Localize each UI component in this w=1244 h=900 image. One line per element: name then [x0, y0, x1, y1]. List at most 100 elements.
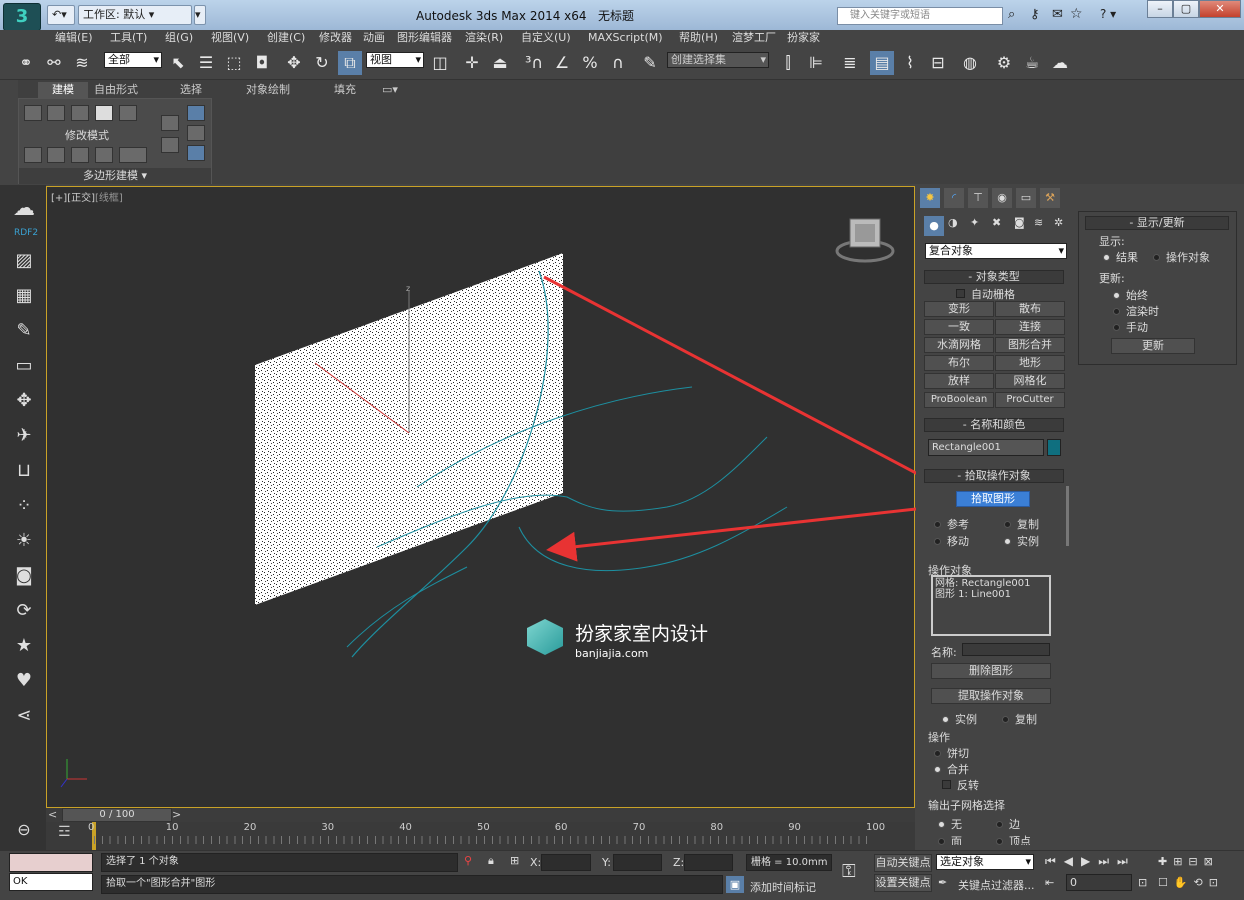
align-icon[interactable]: ⊫: [804, 51, 828, 75]
modify-tab-icon[interactable]: ◜: [944, 188, 964, 208]
display-update-header[interactable]: - 显示/更新: [1085, 216, 1229, 230]
terrain-button[interactable]: 地形: [995, 355, 1065, 371]
motion-tab-icon[interactable]: ◉: [992, 188, 1012, 208]
ribbon-tool-3[interactable]: [71, 147, 89, 163]
apps-icon[interactable]: ⁘: [12, 494, 36, 518]
current-frame-field[interactable]: 0: [1066, 874, 1132, 891]
communication-icon[interactable]: ✉: [1052, 7, 1063, 22]
autogrid-checkbox[interactable]: 自动栅格: [956, 286, 1015, 302]
cameras-icon[interactable]: ✖: [992, 216, 1001, 229]
named-selection-set-dropdown[interactable]: 创建选择集 ▾: [667, 52, 769, 68]
viewcube-icon[interactable]: [835, 218, 895, 263]
isolate-icon[interactable]: ⚲: [464, 854, 472, 867]
rect-selection-icon[interactable]: ⬚: [222, 51, 246, 75]
scatter-button[interactable]: 散布: [995, 301, 1065, 317]
image-icon[interactable]: ▨: [12, 249, 36, 273]
maxscript-listener-pink[interactable]: [9, 853, 93, 872]
output-face-radio[interactable]: 面: [938, 833, 962, 845]
timeline-ruler[interactable]: ☲ 0 10 20 30 40 50 60 70 80 90 100: [46, 822, 915, 850]
move-arrows-icon[interactable]: ✥: [12, 389, 36, 413]
conform-button[interactable]: 一致: [924, 319, 994, 335]
menu-group[interactable]: 组(G): [165, 30, 193, 46]
time-slider[interactable]: < 0 / 100 >: [46, 808, 915, 822]
object-type-header[interactable]: - 对象类型: [924, 270, 1064, 284]
edit-named-selection-icon[interactable]: ✎: [638, 51, 662, 75]
undo-button[interactable]: ↶▾: [47, 5, 75, 25]
workspace-dropdown[interactable]: 工作区: 默认 ▾: [78, 5, 192, 25]
frame-counter[interactable]: 0 / 100: [62, 808, 172, 822]
x-field[interactable]: [541, 854, 591, 871]
z-field[interactable]: [684, 854, 733, 871]
tab-object-paint[interactable]: 对象绘制: [246, 82, 290, 98]
viewport-nav-row-2[interactable]: ☐✋⟲⊡: [1158, 876, 1224, 889]
tab-selection[interactable]: 选择: [180, 82, 202, 98]
quick-access-menu[interactable]: ▾: [194, 5, 206, 25]
invert-checkbox[interactable]: 反转: [942, 777, 979, 793]
viewport-front[interactable]: [+][正交][线框] z 扮家家室内设计 banjiajia.com: [46, 186, 916, 808]
loft-button[interactable]: 放样: [924, 373, 994, 389]
close-button[interactable]: ✕: [1199, 0, 1241, 18]
prev-frame-icon[interactable]: <: [48, 808, 57, 821]
next-frame-icon[interactable]: >: [172, 808, 181, 821]
ref-radio[interactable]: 参考: [934, 516, 969, 532]
menu-tools[interactable]: 工具(T): [110, 30, 147, 46]
update-button[interactable]: 更新: [1111, 338, 1195, 354]
output-vertex-radio[interactable]: 顶点: [996, 833, 1031, 845]
lights-icon[interactable]: ✦: [970, 216, 979, 229]
extract-operand-button[interactable]: 提取操作对象: [931, 688, 1051, 704]
select-object-icon[interactable]: ⬉: [166, 51, 190, 75]
border-mode-icon[interactable]: [71, 105, 89, 121]
ribbon-side-tool-4[interactable]: [187, 125, 205, 141]
merge-radio[interactable]: 合并: [934, 761, 969, 777]
menu-edit[interactable]: 编辑(E): [55, 30, 93, 46]
maxscript-output[interactable]: OK: [9, 873, 93, 891]
ribbon-tool-4[interactable]: [95, 147, 113, 163]
key-filters-button[interactable]: 关键点过滤器...: [958, 877, 1035, 893]
instance-radio[interactable]: 实例: [1004, 533, 1039, 549]
key-mode-toggle-icon[interactable]: ⇤: [1045, 876, 1054, 889]
menu-xuanmeng[interactable]: 渲梦工厂: [732, 30, 776, 46]
spinner-snap-icon[interactable]: ∩: [606, 51, 630, 75]
search-input[interactable]: 键入关键字或短语: [837, 7, 1003, 25]
operand-item[interactable]: 网格: Rectangle001: [935, 578, 1047, 589]
boolean-button[interactable]: 布尔: [924, 355, 994, 371]
grid-icon[interactable]: ▦: [12, 284, 36, 308]
unlink-icon[interactable]: ⚯: [42, 51, 66, 75]
category-dropdown[interactable]: 复合对象 ▾: [925, 243, 1067, 259]
output-edge-radio[interactable]: 边: [996, 816, 1020, 832]
polygon-mode-icon[interactable]: [95, 105, 113, 121]
mesher-button[interactable]: 网格化: [995, 373, 1065, 389]
mirror-icon[interactable]: ⫿: [776, 51, 800, 75]
maximize-button[interactable]: ▢: [1173, 0, 1199, 18]
extract-instance-radio[interactable]: 实例: [942, 711, 977, 727]
blobmesh-button[interactable]: 水滴网格: [924, 337, 994, 353]
proboolean-button[interactable]: ProBoolean: [924, 392, 994, 408]
geometry-icon[interactable]: ●: [924, 216, 944, 236]
pick-operand-header[interactable]: - 拾取操作对象: [924, 469, 1064, 483]
extract-copy-radio[interactable]: 复制: [1002, 711, 1037, 727]
rotate-icon[interactable]: ↻: [310, 51, 334, 75]
ribbon-options-icon[interactable]: ▭▾: [382, 82, 398, 98]
menu-rendering[interactable]: 渲染(R): [465, 30, 503, 46]
menu-customize[interactable]: 自定义(U): [521, 30, 571, 46]
layer-manager-icon[interactable]: ≣: [838, 51, 862, 75]
refresh-icon[interactable]: ⟳: [12, 599, 36, 623]
link-icon[interactable]: ⚭: [14, 51, 38, 75]
key-filter-icon[interactable]: ✒: [938, 876, 947, 889]
key-mode-icon[interactable]: ⚿: [842, 861, 856, 882]
utilities-tab-icon[interactable]: ⚒: [1040, 188, 1060, 208]
copy-radio[interactable]: 复制: [1004, 516, 1039, 532]
scale-icon[interactable]: ⧉: [338, 51, 362, 75]
viewport-nav-row-1[interactable]: ✚⊞⊟⊠: [1158, 855, 1219, 868]
ribbon-tool-5[interactable]: [119, 147, 147, 163]
object-name-field[interactable]: Rectangle001: [928, 439, 1044, 456]
star-icon[interactable]: ★: [12, 634, 36, 658]
favorites-star-icon[interactable]: ☆: [1070, 6, 1083, 22]
menu-modifiers[interactable]: 修改器: [319, 30, 352, 46]
playback-controls[interactable]: ⏮◀▶⏭⏭: [1045, 854, 1136, 869]
vertex-mode-icon[interactable]: [24, 105, 42, 121]
ref-coord-dropdown[interactable]: 视图 ▾: [366, 52, 424, 68]
operand-name-field[interactable]: [962, 643, 1050, 656]
y-field[interactable]: [613, 854, 662, 871]
systems-icon[interactable]: ✲: [1054, 216, 1063, 229]
